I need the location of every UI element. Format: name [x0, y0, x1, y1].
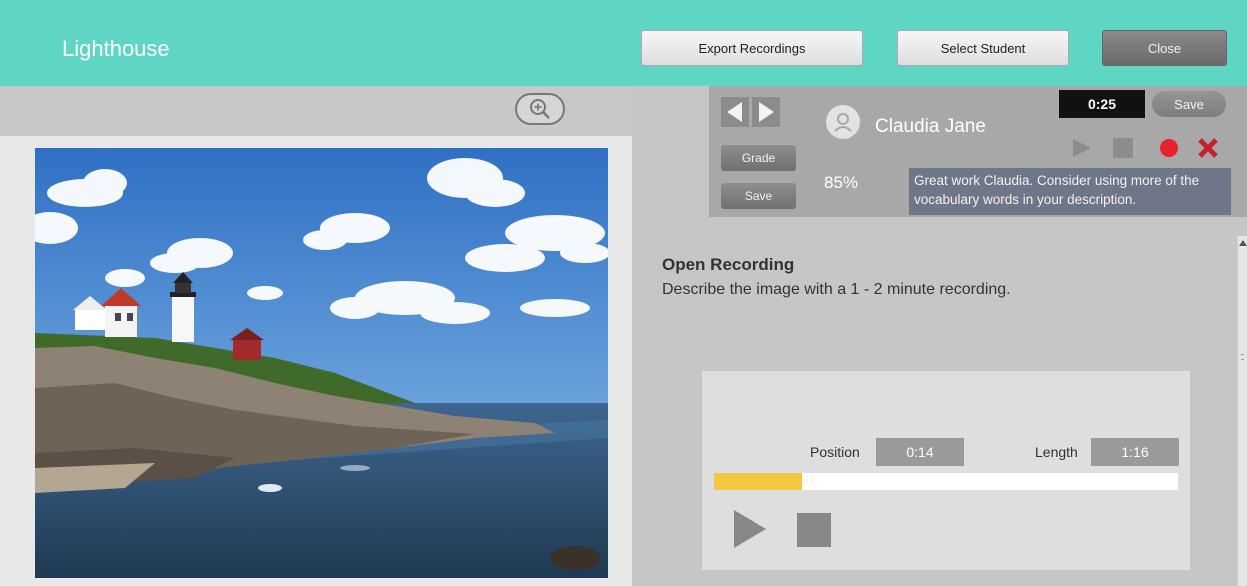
- user-avatar-icon: [826, 105, 860, 139]
- delete-recording-icon[interactable]: [1197, 137, 1219, 164]
- player-stop-icon[interactable]: [797, 513, 831, 547]
- scroll-grip-icon: [1241, 354, 1244, 360]
- length-label: Length: [1035, 444, 1078, 460]
- image-toolbar: [0, 86, 632, 136]
- progress-track[interactable]: [714, 473, 1178, 490]
- vertical-scrollbar[interactable]: [1237, 236, 1247, 586]
- stop-icon[interactable]: [1113, 138, 1133, 163]
- lighthouse-photo: [35, 148, 608, 578]
- next-student-button[interactable]: [752, 97, 780, 127]
- recording-timer: 0:25: [1059, 90, 1145, 118]
- progress-fill: [714, 473, 803, 490]
- scroll-up-arrow-icon[interactable]: [1239, 240, 1247, 246]
- position-value: 0:14: [876, 438, 964, 466]
- teacher-comment[interactable]: Great work Claudia. Consider using more …: [909, 168, 1231, 215]
- player-play-icon[interactable]: [734, 510, 766, 548]
- recording-save-button[interactable]: Save: [1152, 91, 1226, 117]
- activity-description: Describe the image with a 1 - 2 minute r…: [662, 281, 1011, 298]
- arrow-left-icon: [727, 102, 742, 122]
- grading-panel: Grade Save Claudia Jane 85% 0:25 Save Gr…: [709, 86, 1247, 217]
- previous-student-button[interactable]: [721, 97, 749, 127]
- app-title: Lighthouse: [62, 36, 170, 61]
- app-header: Lighthouse Export Recordings Select Stud…: [0, 0, 1247, 86]
- close-button[interactable]: Close: [1102, 30, 1227, 66]
- zoom-in-icon[interactable]: [515, 93, 565, 125]
- select-student-button[interactable]: Select Student: [897, 30, 1069, 66]
- record-icon[interactable]: [1159, 138, 1179, 163]
- arrow-right-icon: [759, 102, 774, 122]
- audio-player: Position 0:14 Length 1:16: [702, 371, 1190, 570]
- position-label: Position: [810, 444, 860, 460]
- export-recordings-button[interactable]: Export Recordings: [641, 30, 863, 66]
- activity-title: Open Recording: [662, 255, 795, 274]
- grade-button[interactable]: Grade: [721, 145, 796, 171]
- score-value: 85%: [824, 173, 859, 192]
- panel-save-button[interactable]: Save: [721, 183, 796, 209]
- image-panel: [0, 136, 632, 586]
- play-icon[interactable]: [1071, 137, 1093, 164]
- length-value: 1:16: [1091, 438, 1179, 466]
- student-name: Claudia Jane: [875, 116, 986, 137]
